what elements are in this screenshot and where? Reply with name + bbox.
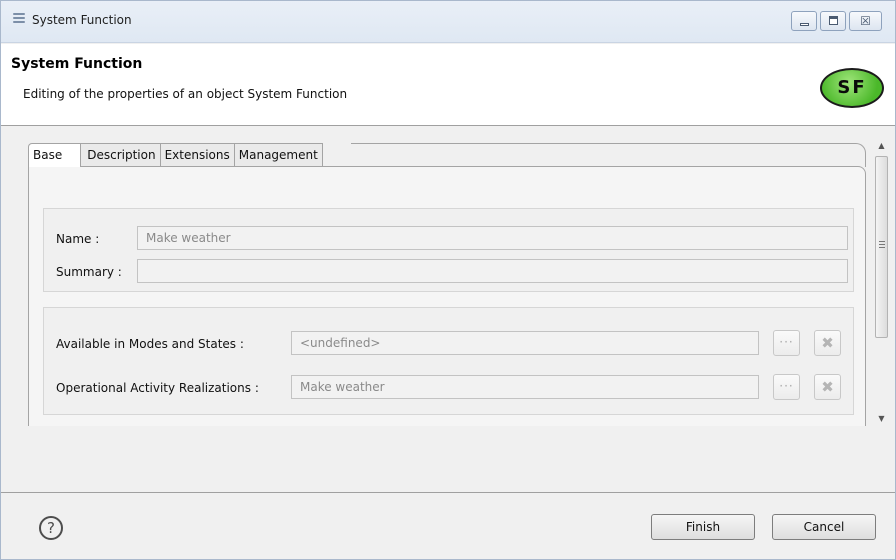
tab-description[interactable]: Description [77, 143, 161, 167]
tab-base[interactable]: Base [28, 143, 82, 167]
summary-field[interactable] [137, 259, 848, 283]
operational-activity-field[interactable]: Make weather [291, 375, 759, 399]
operational-activity-clear-button[interactable]: ✖ [814, 374, 841, 400]
maximize-button[interactable] [820, 11, 846, 31]
window-title: System Function [32, 13, 132, 27]
help-icon[interactable]: ? [39, 516, 63, 540]
scroll-up-icon[interactable]: ▲ [873, 137, 890, 154]
tab-folder: Base Description Extensions Management N… [28, 143, 866, 427]
tab-management[interactable]: Management [234, 143, 323, 167]
modes-states-label: Available in Modes and States : [56, 337, 244, 351]
operational-activity-label: Operational Activity Realizations : [56, 381, 259, 395]
operational-activity-browse-button[interactable]: ··· [773, 374, 800, 400]
minimize-icon [800, 23, 809, 26]
delete-icon: ✖ [821, 334, 834, 352]
scroll-down-icon[interactable]: ▼ [873, 410, 890, 427]
modes-states-browse-button[interactable]: ··· [773, 330, 800, 356]
minimize-button[interactable] [791, 11, 817, 31]
finish-button[interactable]: Finish [651, 514, 755, 540]
summary-label: Summary : [56, 265, 122, 279]
sf-logo: SF [820, 68, 884, 108]
dialog-footer: ? Finish Cancel [1, 494, 895, 559]
name-field[interactable]: Make weather [137, 226, 848, 250]
tab-strip-border [351, 143, 866, 167]
realizations-group: Available in Modes and States : <undefin… [43, 307, 854, 415]
delete-icon: ✖ [821, 378, 834, 396]
ellipsis-icon: ··· [779, 379, 794, 393]
close-icon: ☒ [860, 14, 871, 28]
modes-states-field[interactable]: <undefined> [291, 331, 759, 355]
modes-states-clear-button[interactable]: ✖ [814, 330, 841, 356]
page-title: System Function [11, 56, 143, 72]
tab-strip: Base Description Extensions Management [28, 143, 323, 167]
name-label: Name : [56, 232, 100, 246]
title-bar: System Function ☒ [1, 1, 895, 43]
close-button[interactable]: ☒ [849, 11, 882, 31]
tab-body: Name : Make weather Summary : Available … [28, 166, 866, 426]
content-area: Base Description Extensions Management N… [1, 127, 895, 493]
identity-group: Name : Make weather Summary : [43, 208, 854, 292]
dialog-window: System Function ☒ System Function Editin… [0, 0, 896, 560]
grip-icon [879, 241, 885, 248]
scroll-thumb[interactable] [875, 156, 888, 338]
maximize-icon [829, 16, 838, 25]
dialog-header: System Function Editing of the propertie… [1, 44, 895, 126]
ellipsis-icon: ··· [779, 335, 794, 349]
vertical-scrollbar[interactable]: ▲ ▼ [873, 137, 890, 427]
page-subtitle: Editing of the properties of an object S… [23, 87, 348, 101]
hamburger-icon [12, 12, 26, 26]
tab-extensions[interactable]: Extensions [160, 143, 235, 167]
cancel-button[interactable]: Cancel [772, 514, 876, 540]
